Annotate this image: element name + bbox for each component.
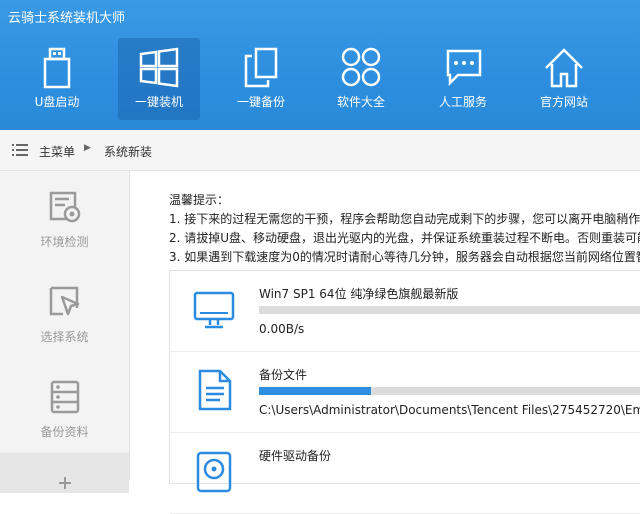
breadcrumb-current: 系统新装 xyxy=(104,145,153,159)
hard-drive-icon xyxy=(196,451,232,493)
nav-official-site[interactable]: 官方网站 xyxy=(523,38,605,120)
task-file-path: C:\Users\Administrator\Documents\Tencent… xyxy=(259,403,640,417)
progress-bar xyxy=(259,387,640,395)
nav-usb-boot[interactable]: U盘启动 xyxy=(16,38,98,120)
partial-icon xyxy=(59,477,71,489)
chat-bubble-icon xyxy=(446,49,482,87)
task-title: Win7 SP1 64位 纯净绿色旗舰最新版 xyxy=(259,287,459,301)
nav-label: U盘启动 xyxy=(34,95,80,109)
sidebar: 环境检测 选择系统 备份资料 xyxy=(0,171,130,493)
app-title: 云骑士系统装机大师 xyxy=(8,11,126,26)
sidebar-item-next[interactable] xyxy=(0,453,129,493)
nav-label: 官方网站 xyxy=(539,95,588,109)
breadcrumb-main-menu[interactable]: 主菜单 xyxy=(39,143,75,160)
nav-label: 软件大全 xyxy=(336,95,385,109)
sidebar-item-label: 备份资料 xyxy=(40,425,89,439)
task-title: 备份文件 xyxy=(259,368,308,382)
tips-line: 1. 接下来的过程无需您的干预，程序会帮助您自动完成剩下的步骤，您可以离开电脑稍… xyxy=(169,212,640,226)
task-speed: 0.00B/s xyxy=(259,322,305,336)
copy-backup-icon xyxy=(244,47,278,88)
environment-check-icon xyxy=(49,191,81,223)
task-item-download-system: Win7 SP1 64位 纯净绿色旗舰最新版 0.00B/s xyxy=(170,271,640,352)
monitor-icon xyxy=(193,291,235,329)
task-title: 硬件驱动备份 xyxy=(259,449,332,463)
menu-list-icon xyxy=(12,144,28,156)
tips-line: 2. 请拔掉U盘、移动硬盘，退出光驱内的光盘，并保证系统重装过程不断电。否则重装… xyxy=(169,231,640,245)
header: 云骑士系统装机大师 U盘启动 一键装机 一键备份 软件大全 人工服务 官方网站 xyxy=(0,0,640,130)
nav-one-click-install[interactable]: 一键装机 xyxy=(118,38,200,120)
nav-label: 人工服务 xyxy=(438,95,487,109)
task-item-driver-backup: 硬件驱动备份 xyxy=(170,433,640,514)
progress-bar xyxy=(259,306,640,314)
nav-one-click-backup[interactable]: 一键备份 xyxy=(220,38,302,120)
tips-heading: 温馨提示： xyxy=(169,193,230,207)
usb-drive-icon xyxy=(43,47,71,89)
sidebar-item-environment-check[interactable]: 环境检测 xyxy=(0,171,129,265)
backup-data-icon xyxy=(50,380,80,414)
task-list: Win7 SP1 64位 纯净绿色旗舰最新版 0.00B/s 备份文件 C:\U… xyxy=(169,270,640,514)
task-item-backup-files: 备份文件 C:\Users\Administrator\Documents\Te… xyxy=(170,352,640,433)
breadcrumb-arrow-icon: ▶ xyxy=(84,143,91,153)
nav-label: 一键装机 xyxy=(134,95,183,109)
apps-grid-icon xyxy=(341,47,381,87)
nav-manual-service[interactable]: 人工服务 xyxy=(422,38,504,120)
sidebar-item-label: 环境检测 xyxy=(40,235,89,249)
nav-software[interactable]: 软件大全 xyxy=(320,38,402,120)
select-system-icon xyxy=(49,286,80,316)
document-icon xyxy=(198,369,232,411)
home-icon xyxy=(545,48,583,88)
breadcrumb: 主菜单 ▶ 系统新装 xyxy=(0,130,640,171)
progress-fill xyxy=(259,387,371,395)
sidebar-item-backup-data[interactable]: 备份资料 xyxy=(0,361,129,455)
windows-logo-icon xyxy=(139,47,179,88)
nav-label: 一键备份 xyxy=(236,95,285,109)
sidebar-item-select-system[interactable]: 选择系统 xyxy=(0,266,129,360)
tips-panel: 温馨提示： 1. 接下来的过程无需您的干预，程序会帮助您自动完成剩下的步骤，您可… xyxy=(169,191,640,267)
sidebar-item-label: 选择系统 xyxy=(40,330,89,344)
tips-line: 3. 如果遇到下载速度为0的情况时请耐心等待几分钟，服务器会自动根据您当前网络位… xyxy=(169,250,640,264)
